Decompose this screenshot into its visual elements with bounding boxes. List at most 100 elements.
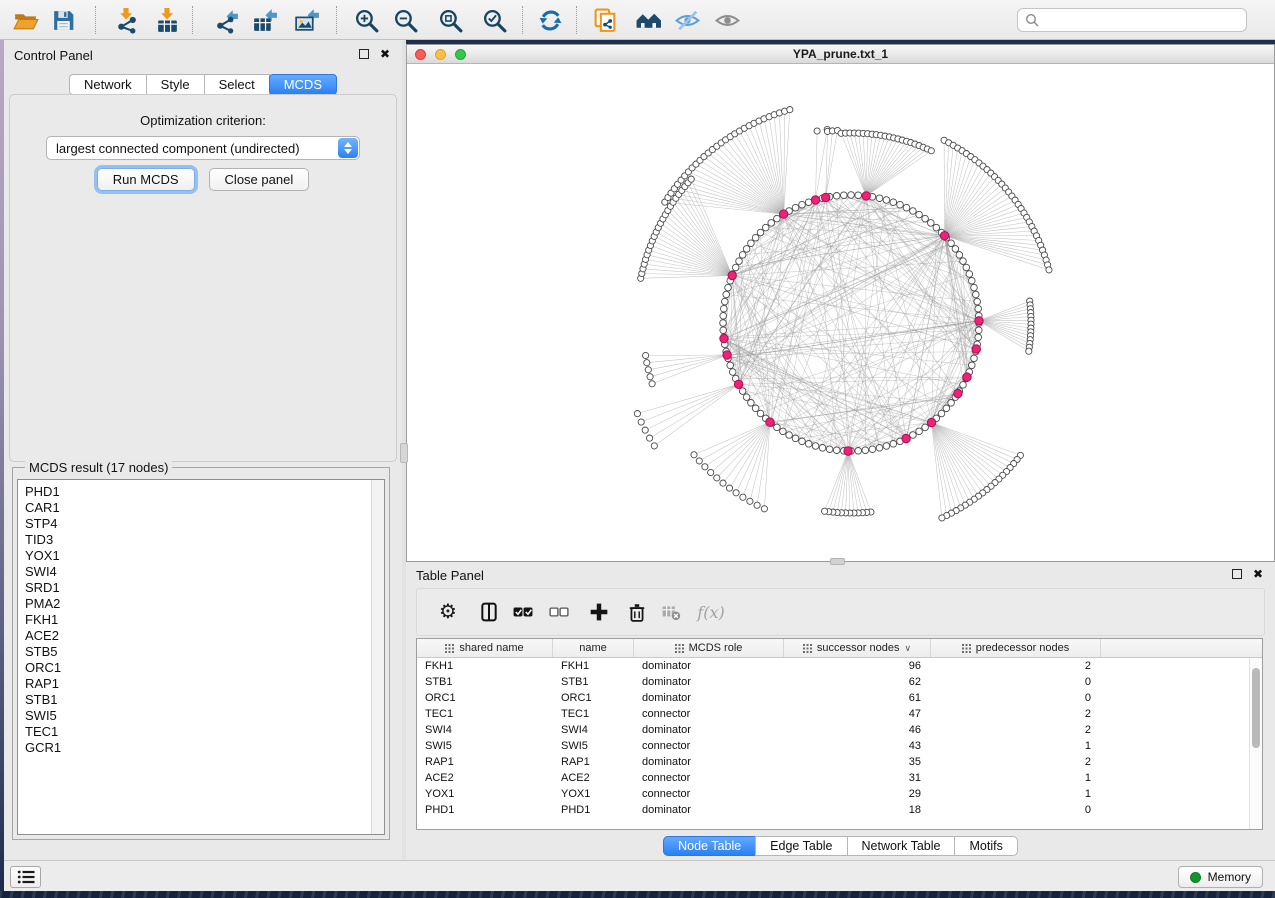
window-zoom-light[interactable] [455,49,466,60]
cell-mcds-role[interactable]: dominator [634,754,784,770]
task-history-button[interactable] [10,866,41,888]
mcds-node-item[interactable]: GCR1 [25,740,384,756]
cell-predecessor-nodes[interactable]: 2 [931,706,1101,722]
table-panel-splitter-handle[interactable] [830,558,845,565]
tab-edge-table[interactable]: Edge Table [755,836,847,856]
column-header-predecessor-nodes[interactable]: predecessor nodes [931,639,1101,657]
delete-row-button[interactable] [622,597,652,627]
run-mcds-button[interactable]: Run MCDS [97,168,195,191]
cell-predecessor-nodes[interactable]: 2 [931,658,1101,674]
cell-mcds-role[interactable]: dominator [634,658,784,674]
cell-name[interactable]: FKH1 [553,658,634,674]
cell-mcds-role[interactable]: dominator [634,722,784,738]
cell-name[interactable]: SWI5 [553,738,634,754]
mcds-node-item[interactable]: SWI4 [25,564,384,580]
cell-name[interactable]: TEC1 [553,706,634,722]
mcds-node-item[interactable]: STB1 [25,692,384,708]
tab-select[interactable]: Select [204,74,270,95]
import-network-button[interactable] [111,6,141,34]
import-table-button[interactable] [152,6,182,34]
column-header-name[interactable]: name [553,639,634,657]
mcds-node-item[interactable]: STB5 [25,644,384,660]
cell-successor-nodes[interactable]: 18 [784,802,931,818]
copy-network-button[interactable] [590,6,620,34]
export-table-button[interactable] [249,6,279,34]
window-minimize-light[interactable] [435,49,446,60]
table-scrollbar-thumb[interactable] [1252,668,1260,748]
cell-mcds-role[interactable]: connector [634,770,784,786]
mcds-node-item[interactable]: PMA2 [25,596,384,612]
table-row-yox1[interactable]: YOX1YOX1connector291 [417,786,1262,802]
mcds-node-item[interactable]: SRD1 [25,580,384,596]
tab-network[interactable]: Network [69,74,147,95]
zoom-fit-button[interactable] [435,6,465,34]
float-panel-icon[interactable] [359,49,369,59]
cell-predecessor-nodes[interactable]: 0 [931,802,1101,818]
cell-mcds-role[interactable]: dominator [634,690,784,706]
first-neighbors-button[interactable] [633,6,663,34]
cell-mcds-role[interactable]: connector [634,738,784,754]
cell-predecessor-nodes[interactable]: 1 [931,770,1101,786]
search-input[interactable] [1044,13,1239,27]
cell-name[interactable]: YOX1 [553,786,634,802]
mcds-node-item[interactable]: SWI5 [25,708,384,724]
cell-mcds-role[interactable]: dominator [634,802,784,818]
criterion-select[interactable]: largest connected component (undirected) [46,136,360,160]
cell-name[interactable]: SWI4 [553,722,634,738]
column-header-mcds-role[interactable]: MCDS role [634,639,784,657]
table-row-rap1[interactable]: RAP1RAP1dominator352 [417,754,1262,770]
cell-shared-name[interactable]: PHD1 [417,802,553,818]
cell-shared-name[interactable]: SWI5 [417,738,553,754]
cell-successor-nodes[interactable]: 61 [784,690,931,706]
tab-network-table[interactable]: Network Table [847,836,956,856]
cell-name[interactable]: RAP1 [553,754,634,770]
cell-mcds-role[interactable]: connector [634,706,784,722]
table-scrollbar[interactable] [1249,658,1262,829]
cell-name[interactable]: ORC1 [553,690,634,706]
hide-selected-button[interactable] [672,6,702,34]
panel-splitter[interactable] [402,40,406,860]
tab-node-table[interactable]: Node Table [663,836,756,856]
mcds-result-list[interactable]: PHD1CAR1STP4TID3YOX1SWI4SRD1PMA2FKH1ACE2… [17,479,385,835]
export-network-button[interactable] [211,6,241,34]
cell-mcds-role[interactable]: connector [634,786,784,802]
refresh-view-button[interactable] [535,6,565,34]
cell-successor-nodes[interactable]: 35 [784,754,931,770]
table-row-stb1[interactable]: STB1STB1dominator620 [417,674,1262,690]
mcds-node-item[interactable]: RAP1 [25,676,384,692]
apply-function-button[interactable]: f(x) [696,597,726,627]
cell-shared-name[interactable]: ORC1 [417,690,553,706]
tab-motifs[interactable]: Motifs [954,836,1017,856]
cell-name[interactable]: STB1 [553,674,634,690]
close-panel-button[interactable]: Close panel [209,168,310,191]
cell-name[interactable]: ACE2 [553,770,634,786]
cell-shared-name[interactable]: YOX1 [417,786,553,802]
mcds-node-item[interactable]: TID3 [25,532,384,548]
cell-predecessor-nodes[interactable]: 0 [931,690,1101,706]
cell-predecessor-nodes[interactable]: 2 [931,754,1101,770]
cell-shared-name[interactable]: FKH1 [417,658,553,674]
zoom-out-button[interactable] [390,6,420,34]
mcds-node-item[interactable]: ACE2 [25,628,384,644]
splitter-handle[interactable] [400,443,408,463]
cell-successor-nodes[interactable]: 31 [784,770,931,786]
cell-successor-nodes[interactable]: 46 [784,722,931,738]
table-row-swi4[interactable]: SWI4SWI4dominator462 [417,722,1262,738]
cell-shared-name[interactable]: TEC1 [417,706,553,722]
cell-shared-name[interactable]: RAP1 [417,754,553,770]
column-header-shared-name[interactable]: shared name [417,639,553,657]
mcds-node-item[interactable]: STP4 [25,516,384,532]
clear-checkboxes-button[interactable] [544,597,574,627]
cell-mcds-role[interactable]: dominator [634,674,784,690]
close-panel-icon[interactable]: ✖ [380,49,390,59]
search-field[interactable] [1017,8,1247,32]
cell-successor-nodes[interactable]: 47 [784,706,931,722]
table-row-ace2[interactable]: ACE2ACE2connector311 [417,770,1262,786]
column-header-successor-nodes[interactable]: successor nodes∨ [784,639,931,657]
mcds-node-item[interactable]: CAR1 [25,500,384,516]
cell-shared-name[interactable]: STB1 [417,674,553,690]
memory-button[interactable]: Memory [1178,866,1263,888]
float-table-panel-icon[interactable] [1232,569,1242,579]
network-window-titlebar[interactable]: YPA_prune.txt_1 [407,45,1274,64]
cell-shared-name[interactable]: ACE2 [417,770,553,786]
